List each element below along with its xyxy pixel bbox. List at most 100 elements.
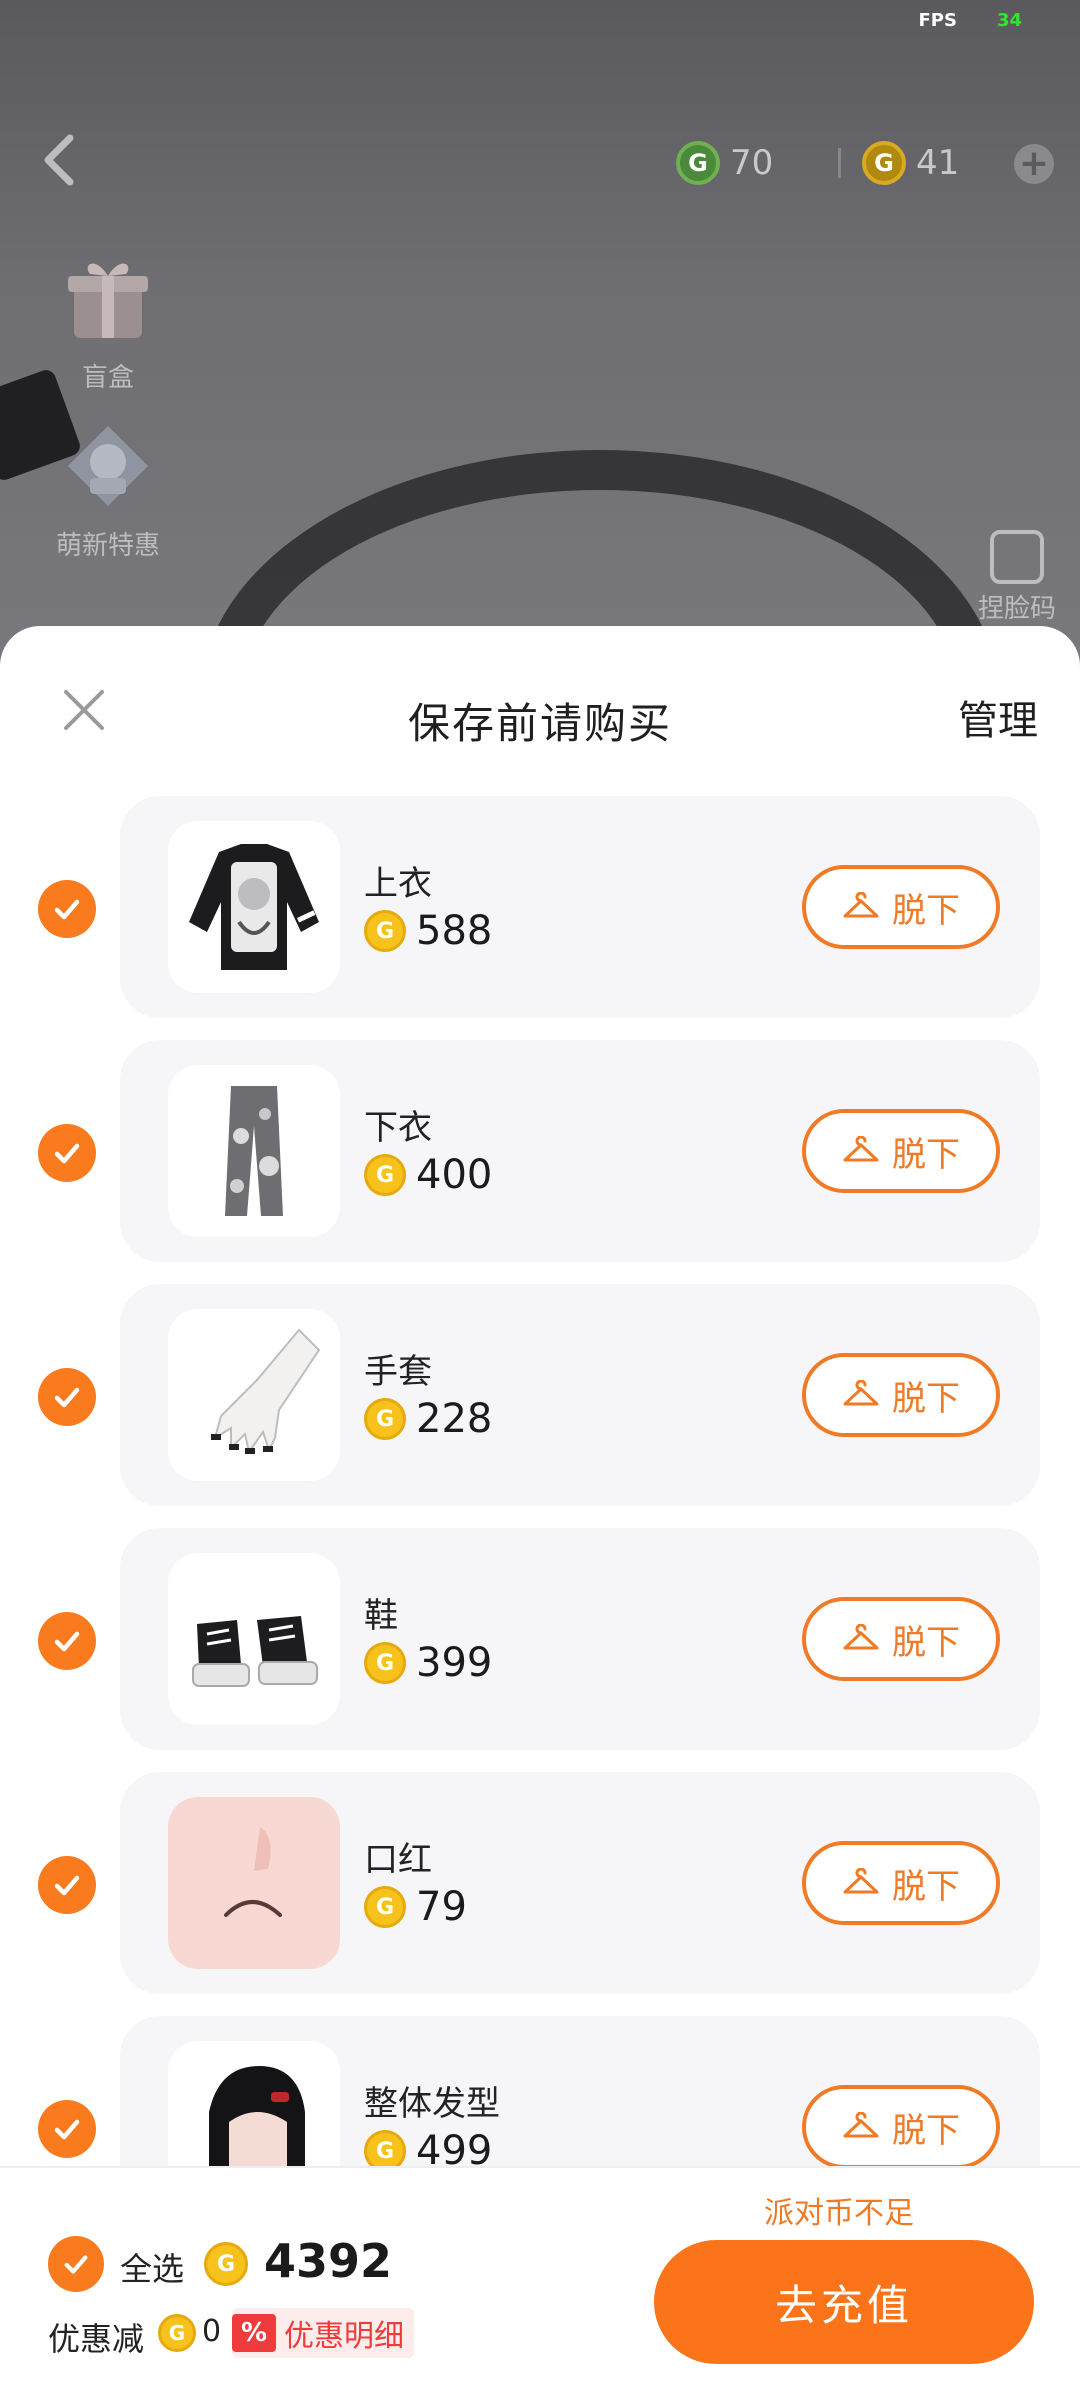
item-thumbnail (168, 1797, 340, 1969)
gift-box-icon (68, 263, 148, 338)
item-name: 口红 (364, 1840, 432, 1880)
check-icon (64, 2255, 88, 2274)
coin-icon: G (158, 2314, 196, 2352)
item-price-value: 399 (416, 1640, 493, 1686)
item-card: 鞋 G 399 脱下 (120, 1528, 1040, 1750)
item-checkbox[interactable] (38, 1368, 96, 1426)
side-item-blind-box[interactable]: 盲盒 (48, 250, 168, 394)
select-all-checkbox[interactable] (48, 2236, 104, 2292)
currency-divider (838, 148, 841, 178)
item-checkbox[interactable] (38, 880, 96, 938)
item-thumbnail (168, 1553, 340, 1725)
coin-icon: G (364, 1154, 406, 1196)
glove-thumbnail-icon (211, 1328, 321, 1455)
shoes-thumbnail-icon (192, 1616, 318, 1687)
total-price: 4392 (264, 2234, 393, 2288)
game-scene-background: FPS 34 G 70 G 41 + 盲盒 萌新特惠 捏脸码 (0, 0, 1080, 700)
coin-icon: G (364, 1398, 406, 1440)
gold-coin-icon: G (862, 141, 906, 185)
item-card: 口红 G 79 脱下 (120, 1772, 1040, 1994)
take-off-button[interactable]: 脱下 (802, 1353, 1000, 1437)
hanger-icon (843, 892, 879, 918)
insufficient-balance-notice: 派对币不足 (764, 2196, 914, 2231)
item-checkbox[interactable] (38, 1856, 96, 1914)
item-card: 手套 G 228 脱下 (120, 1284, 1040, 1506)
side-item-newbie-deal[interactable]: 萌新特惠 (48, 418, 168, 562)
add-currency-button[interactable]: + (1014, 144, 1054, 184)
item-thumbnail (168, 1309, 340, 1481)
list-item: 上衣 G 588 脱下 (0, 796, 1080, 1040)
take-off-button[interactable]: 脱下 (802, 2085, 1000, 2169)
item-price: G 588 (364, 908, 492, 954)
pinch-face-code-button[interactable]: 捏脸码 (972, 530, 1062, 625)
select-all-label[interactable]: 全选 (120, 2244, 184, 2290)
sheet-title: 保存前请购买 (407, 699, 672, 748)
take-off-label: 脱下 (892, 1622, 960, 1663)
discount-value: 0 (202, 2314, 222, 2349)
item-name: 下衣 (364, 1108, 432, 1148)
discount-detail-label: 优惠明细 (284, 2319, 404, 2354)
gold-coin-balance[interactable]: G 41 (862, 138, 959, 188)
fps-value: 34 (996, 10, 1022, 31)
list-item: 手套 G 228 脱下 (0, 1284, 1080, 1528)
coin-icon: G (204, 2242, 248, 2286)
take-off-button[interactable]: 脱下 (802, 865, 1000, 949)
check-icon (54, 2119, 80, 2140)
item-checkbox[interactable] (38, 1612, 96, 1670)
item-price: G 228 (364, 1396, 492, 1442)
discount-label: 优惠减 (48, 2320, 145, 2358)
take-off-label: 脱下 (892, 1134, 960, 1175)
hanger-icon (843, 1136, 879, 1162)
green-coin-balance[interactable]: G 70 (676, 138, 773, 188)
item-name: 手套 (364, 1352, 432, 1392)
take-off-button[interactable]: 脱下 (802, 1597, 1000, 1681)
item-name: 整体发型 (364, 2084, 500, 2124)
item-thumbnail (168, 821, 340, 993)
newbie-deal-icon (68, 426, 148, 506)
hanger-icon (843, 1624, 879, 1650)
check-icon (54, 1143, 80, 1164)
list-item: 下衣 G 400 脱下 (0, 1040, 1080, 1284)
side-item-label: 萌新特惠 (55, 531, 160, 561)
item-price-value: 588 (416, 908, 493, 954)
gold-coin-value: 41 (916, 143, 960, 183)
lipstick-thumbnail-icon (224, 1827, 282, 1917)
item-card: 上衣 G 588 脱下 (120, 796, 1040, 1018)
item-price: G 79 (364, 1884, 467, 1930)
hanger-icon (843, 1380, 879, 1406)
recharge-button[interactable]: 去充值 (654, 2240, 1034, 2364)
item-name: 鞋 (364, 1596, 398, 1636)
manage-button[interactable]: 管理 (958, 688, 1038, 746)
item-name: 上衣 (364, 864, 432, 904)
hanger-icon (843, 2112, 879, 2138)
check-icon (54, 899, 80, 920)
item-card: 下衣 G 400 脱下 (120, 1040, 1040, 1262)
edit-face-icon (990, 530, 1044, 584)
green-coin-icon: G (676, 141, 720, 185)
item-price: G 400 (364, 1152, 492, 1198)
item-price-value: 79 (416, 1884, 467, 1930)
discount-detail-button[interactable]: % 优惠明细 (232, 2308, 414, 2358)
item-price: G 399 (364, 1640, 492, 1686)
check-icon (54, 1875, 80, 1896)
hanger-icon (843, 1868, 879, 1894)
take-off-label: 脱下 (892, 1378, 960, 1419)
pants-thumbnail-icon (225, 1086, 283, 1216)
back-arrow-icon[interactable] (36, 130, 80, 190)
percent-badge-icon: % (232, 2314, 276, 2352)
item-checkbox[interactable] (38, 1124, 96, 1182)
take-off-button[interactable]: 脱下 (802, 1109, 1000, 1193)
green-coin-value: 70 (730, 143, 774, 183)
coin-icon: G (364, 1886, 406, 1928)
shirt-thumbnail-icon (189, 844, 319, 970)
item-checkbox[interactable] (38, 2100, 96, 2158)
item-price-value: 400 (416, 1152, 493, 1198)
list-item: 口红 G 79 脱下 (0, 1772, 1080, 2016)
item-list: 上衣 G 588 脱下 下衣 G 400 脱下 手套 G 228 脱下 鞋 G … (0, 796, 1080, 2260)
item-thumbnail (168, 1065, 340, 1237)
purchase-sheet: 保存前请购买 管理 上衣 G 588 脱下 下衣 G 400 脱下 手套 G 2… (0, 626, 1080, 2400)
side-item-label: 盲盒 (81, 363, 134, 393)
take-off-label: 脱下 (892, 2110, 960, 2151)
check-icon (54, 1631, 80, 1652)
take-off-button[interactable]: 脱下 (802, 1841, 1000, 1925)
